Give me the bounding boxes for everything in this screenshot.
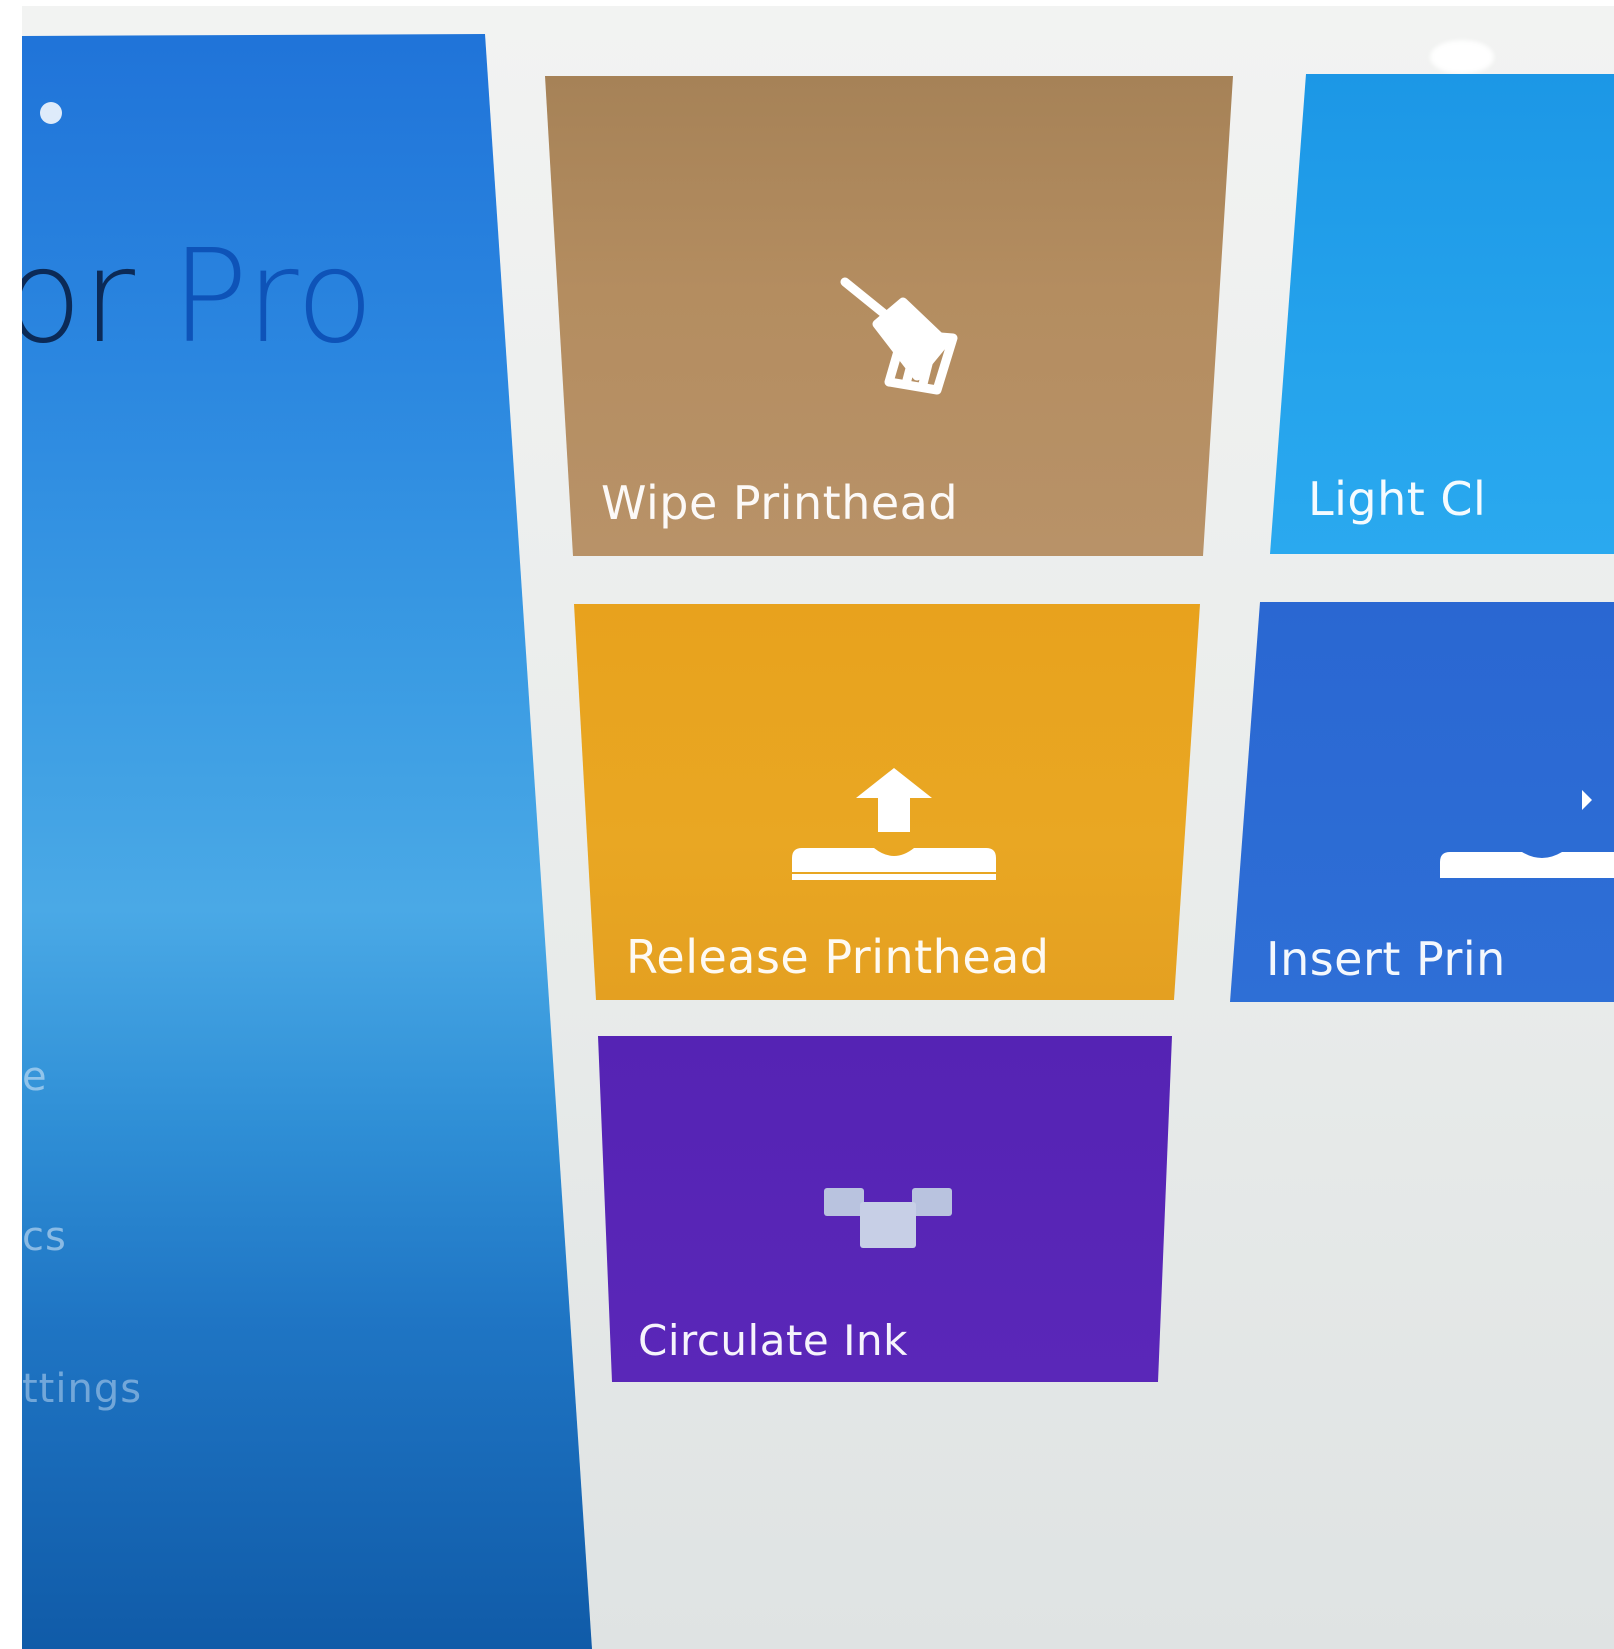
tile-label: Insert Prin [1266, 932, 1506, 986]
tile-label: Light Cl [1308, 472, 1487, 526]
wipe-printhead-tile[interactable]: Wipe Printhead [545, 76, 1233, 556]
circulate-ink-tile[interactable]: Circulate Ink [598, 1036, 1172, 1382]
sidebar-item[interactable]: e [22, 1054, 48, 1100]
app-title-pro: Pro [170, 223, 374, 372]
broom-icon [840, 277, 958, 395]
app-screen: or Pro e cs ttings Wipe Printhead Light C… [22, 6, 1614, 1649]
tile-label: Wipe Printhead [601, 476, 959, 530]
sidebar-item-settings[interactable]: ttings [22, 1366, 142, 1412]
circulate-ink-icon [824, 1188, 952, 1248]
tile-label: Release Printhead [626, 930, 1050, 984]
sidebar: or Pro e cs ttings [22, 34, 592, 1649]
app-title-prefix: or [22, 223, 135, 372]
release-printhead-icon [792, 768, 996, 880]
light-clean-tile[interactable]: Light Cl [1270, 74, 1614, 554]
screen-glare [40, 102, 62, 124]
insert-printhead-tile[interactable]: Insert Prin [1230, 602, 1614, 1002]
screen-glare [1430, 40, 1494, 74]
insert-printhead-icon [1440, 790, 1614, 878]
app-title: or Pro [22, 234, 374, 362]
tile-label: Circulate Ink [638, 1316, 908, 1365]
release-printhead-tile[interactable]: Release Printhead [574, 604, 1200, 1000]
sidebar-item[interactable]: cs [22, 1214, 67, 1260]
